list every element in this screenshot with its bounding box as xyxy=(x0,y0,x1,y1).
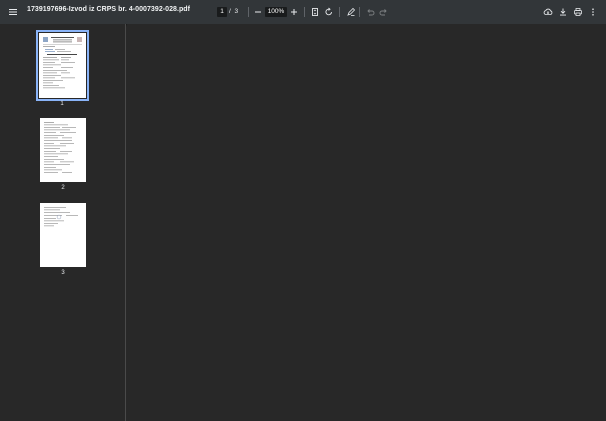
page-preview xyxy=(44,207,78,227)
redo-icon[interactable] xyxy=(376,4,392,20)
pdf-toolbar: 1739197696-Izvod iz CRPS br. 4-0007392-0… xyxy=(0,0,606,24)
document-viewer[interactable] xyxy=(127,24,606,421)
total-pages: 3 xyxy=(234,8,239,15)
more-vertical-icon[interactable] xyxy=(585,4,601,20)
page-count: / 3 xyxy=(229,7,238,17)
page-thumbnail-3[interactable] xyxy=(40,203,86,267)
toolbar-divider xyxy=(339,7,340,17)
page-thumbnail-1[interactable] xyxy=(36,30,89,101)
page-preview xyxy=(44,122,76,173)
plus-icon[interactable] xyxy=(286,4,302,20)
save-to-drive-icon[interactable] xyxy=(540,4,556,20)
hamburger-menu-icon[interactable] xyxy=(5,4,21,20)
page-separator: / xyxy=(229,8,231,15)
page-preview xyxy=(43,37,82,89)
page-thumbnail-label: 2 xyxy=(61,185,65,191)
toolbar-divider xyxy=(359,7,360,17)
page-number-input[interactable]: 1 xyxy=(217,7,227,17)
page-thumbnail-label: 1 xyxy=(60,101,64,107)
toolbar-divider xyxy=(248,7,249,17)
thumbnail-sidebar: 1 2 3 xyxy=(0,24,126,421)
document-title: 1739197696-Izvod iz CRPS br. 4-0007392-0… xyxy=(27,6,190,13)
download-icon[interactable] xyxy=(555,4,571,20)
toolbar-divider xyxy=(304,7,305,17)
draw-annotation-icon[interactable] xyxy=(343,4,359,20)
page-thumbnail-2[interactable] xyxy=(40,118,86,182)
rotate-icon[interactable] xyxy=(321,4,337,20)
zoom-input[interactable]: 100% xyxy=(265,7,287,17)
print-icon[interactable] xyxy=(570,4,586,20)
minus-icon[interactable] xyxy=(250,4,266,20)
page-thumbnail-label: 3 xyxy=(61,270,65,276)
